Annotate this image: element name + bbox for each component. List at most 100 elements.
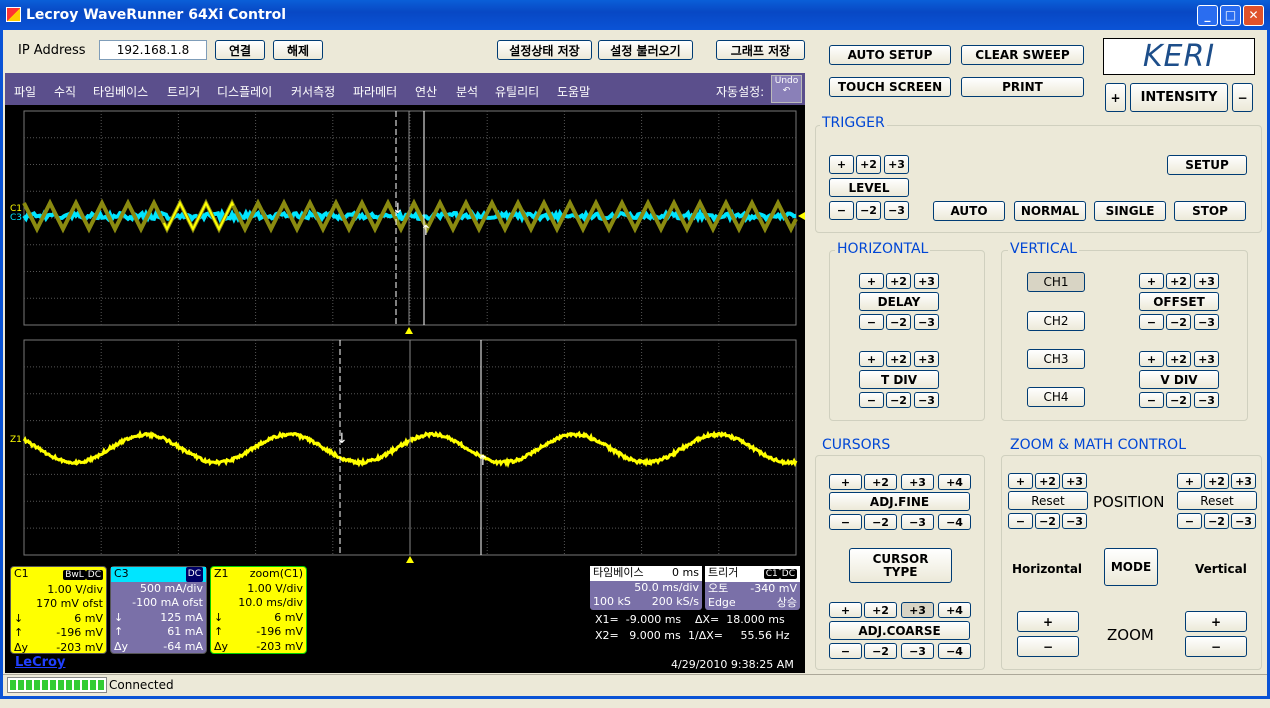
save-graph-button[interactable]: 그래프 저장: [716, 40, 805, 60]
adj-coarse-minus3-button[interactable]: −3: [901, 643, 934, 659]
connect-button[interactable]: 연결: [215, 40, 265, 60]
zoom-h-position-plus1-button[interactable]: +: [1008, 473, 1033, 489]
adj-coarse-minus4-button[interactable]: −4: [938, 643, 971, 659]
vdiv-minus2-button[interactable]: −2: [1166, 392, 1191, 408]
offset-plus2-button[interactable]: +2: [1166, 273, 1191, 289]
trigger-level-plus1-button[interactable]: +: [829, 155, 854, 174]
zoom-h-position-plus2-button[interactable]: +2: [1035, 473, 1060, 489]
trigger-box[interactable]: 트리거 C1 DC 오토 -340 mV Edge 상승: [705, 566, 800, 610]
intensity-minus-button[interactable]: −: [1232, 83, 1253, 112]
ch4-button[interactable]: CH4: [1027, 387, 1085, 407]
lecroy-logo[interactable]: LeCroy: [15, 655, 65, 670]
adj-fine-plus4-button[interactable]: +4: [938, 474, 971, 490]
load-settings-button[interactable]: 설정 불러오기: [598, 40, 693, 60]
adj-coarse-plus3-button[interactable]: +3: [901, 602, 934, 618]
delay-button[interactable]: DELAY: [859, 292, 939, 311]
clear-sweep-button[interactable]: CLEAR SWEEP: [961, 45, 1084, 65]
menu-math[interactable]: 연산: [415, 83, 437, 100]
vdiv-minus3-button[interactable]: −3: [1194, 392, 1219, 408]
menu-file[interactable]: 파일: [14, 83, 36, 100]
zoom-v-position-plus2-button[interactable]: +2: [1204, 473, 1229, 489]
adj-fine-plus2-button[interactable]: +2: [864, 474, 897, 490]
trigger-level-button[interactable]: LEVEL: [829, 178, 909, 197]
trigger-normal-button[interactable]: NORMAL: [1014, 201, 1086, 221]
vdiv-minus1-button[interactable]: −: [1139, 392, 1164, 408]
offset-minus2-button[interactable]: −2: [1166, 314, 1191, 330]
tdiv-minus2-button[interactable]: −2: [886, 392, 911, 408]
cursor-type-button[interactable]: CURSOR TYPE: [849, 548, 952, 583]
adj-fine-minus4-button[interactable]: −4: [938, 514, 971, 530]
z1-info-box[interactable]: Z1 zoom(C1) 1.00 V/div 10.0 ms/div ↓ 6 mV …: [210, 566, 307, 654]
offset-minus1-button[interactable]: −: [1139, 314, 1164, 330]
delay-minus3-button[interactable]: −3: [914, 314, 939, 330]
offset-minus3-button[interactable]: −3: [1194, 314, 1219, 330]
adj-fine-plus3-button[interactable]: +3: [901, 474, 934, 490]
adj-coarse-plus1-button[interactable]: +: [829, 602, 862, 618]
trigger-level-minus1-button[interactable]: −: [829, 201, 854, 220]
ip-input[interactable]: 192.168.1.8: [99, 40, 207, 60]
adj-coarse-minus2-button[interactable]: −2: [864, 643, 897, 659]
close-button[interactable]: ✕: [1243, 5, 1264, 26]
tdiv-plus3-button[interactable]: +3: [914, 351, 939, 367]
zoom-h-position-plus3-button[interactable]: +3: [1062, 473, 1087, 489]
undo-button[interactable]: Undo ↶: [771, 75, 802, 103]
zoom-v-position-plus3-button[interactable]: +3: [1231, 473, 1256, 489]
offset-plus3-button[interactable]: +3: [1194, 273, 1219, 289]
zoom-horizontal-minus-button[interactable]: −: [1017, 636, 1079, 657]
delay-plus2-button[interactable]: +2: [886, 273, 911, 289]
trigger-auto-button[interactable]: AUTO: [933, 201, 1005, 221]
tdiv-button[interactable]: T DIV: [859, 370, 939, 389]
tdiv-minus3-button[interactable]: −3: [914, 392, 939, 408]
menu-timebase[interactable]: 타임베이스: [93, 83, 148, 100]
vertical-reset-button[interactable]: Reset: [1177, 491, 1257, 510]
menu-vertical[interactable]: 수직: [54, 83, 76, 100]
adj-coarse-minus1-button[interactable]: −: [829, 643, 862, 659]
delay-minus1-button[interactable]: −: [859, 314, 884, 330]
vdiv-plus3-button[interactable]: +3: [1194, 351, 1219, 367]
adj-fine-plus1-button[interactable]: +: [829, 474, 862, 490]
delay-plus3-button[interactable]: +3: [914, 273, 939, 289]
trigger-level-minus3-button[interactable]: −3: [884, 201, 909, 220]
tdiv-minus1-button[interactable]: −: [859, 392, 884, 408]
adj-coarse-plus2-button[interactable]: +2: [864, 602, 897, 618]
zoom-h-position-minus2-button[interactable]: −2: [1035, 513, 1060, 529]
zoom-horizontal-plus-button[interactable]: +: [1017, 611, 1079, 632]
menu-display[interactable]: 디스플레이: [217, 83, 272, 100]
zoom-vertical-plus-button[interactable]: +: [1185, 611, 1247, 632]
adj-fine-minus2-button[interactable]: −2: [864, 514, 897, 530]
trigger-setup-button[interactable]: SETUP: [1167, 155, 1247, 175]
adj-coarse-plus4-button[interactable]: +4: [938, 602, 971, 618]
tdiv-plus1-button[interactable]: +: [859, 351, 884, 367]
zoom-v-position-plus1-button[interactable]: +: [1177, 473, 1202, 489]
zoom-h-position-minus3-button[interactable]: −3: [1062, 513, 1087, 529]
mode-button[interactable]: MODE: [1104, 548, 1158, 586]
menu-analysis[interactable]: 분석: [456, 83, 478, 100]
zoom-h-position-minus1-button[interactable]: −: [1008, 513, 1033, 529]
offset-button[interactable]: OFFSET: [1139, 292, 1219, 311]
c1-info-box[interactable]: C1 BwL DC 1.00 V/div 170 mV ofst ↓ 6 mV ↑ -1…: [10, 566, 107, 654]
vdiv-plus2-button[interactable]: +2: [1166, 351, 1191, 367]
save-settings-button[interactable]: 설정상태 저장: [497, 40, 592, 60]
ch1-button[interactable]: CH1: [1027, 272, 1085, 292]
maximize-button[interactable]: □: [1220, 5, 1241, 26]
adj-fine-button[interactable]: ADJ.FINE: [829, 492, 970, 511]
trigger-level-plus3-button[interactable]: +3: [884, 155, 909, 174]
menu-cursor-measure[interactable]: 커서측정: [291, 83, 335, 100]
menu-utility[interactable]: 유틸리티: [495, 83, 539, 100]
adj-fine-minus3-button[interactable]: −3: [901, 514, 934, 530]
menu-trigger[interactable]: 트리거: [167, 83, 200, 100]
trigger-single-button[interactable]: SINGLE: [1094, 201, 1166, 221]
ch2-button[interactable]: CH2: [1027, 311, 1085, 331]
trigger-level-plus2-button[interactable]: +2: [856, 155, 881, 174]
vdiv-plus1-button[interactable]: +: [1139, 351, 1164, 367]
minimize-button[interactable]: _: [1197, 5, 1218, 26]
adj-fine-minus1-button[interactable]: −: [829, 514, 862, 530]
menu-help[interactable]: 도움말: [557, 83, 590, 100]
zoom-v-position-minus1-button[interactable]: −: [1177, 513, 1202, 529]
touch-screen-button[interactable]: TOUCH SCREEN: [829, 77, 951, 97]
delay-plus1-button[interactable]: +: [859, 273, 884, 289]
trigger-stop-button[interactable]: STOP: [1174, 201, 1246, 221]
timebase-box[interactable]: 타임베이스 0 ms 50.0 ms/div 100 kS 200 kS/s: [590, 566, 702, 610]
c3-info-box[interactable]: C3 DC 500 mA/div -100 mA ofst ↓ 125 mA ↑ 61…: [110, 566, 207, 654]
auto-setup-button[interactable]: AUTO SETUP: [829, 45, 951, 65]
